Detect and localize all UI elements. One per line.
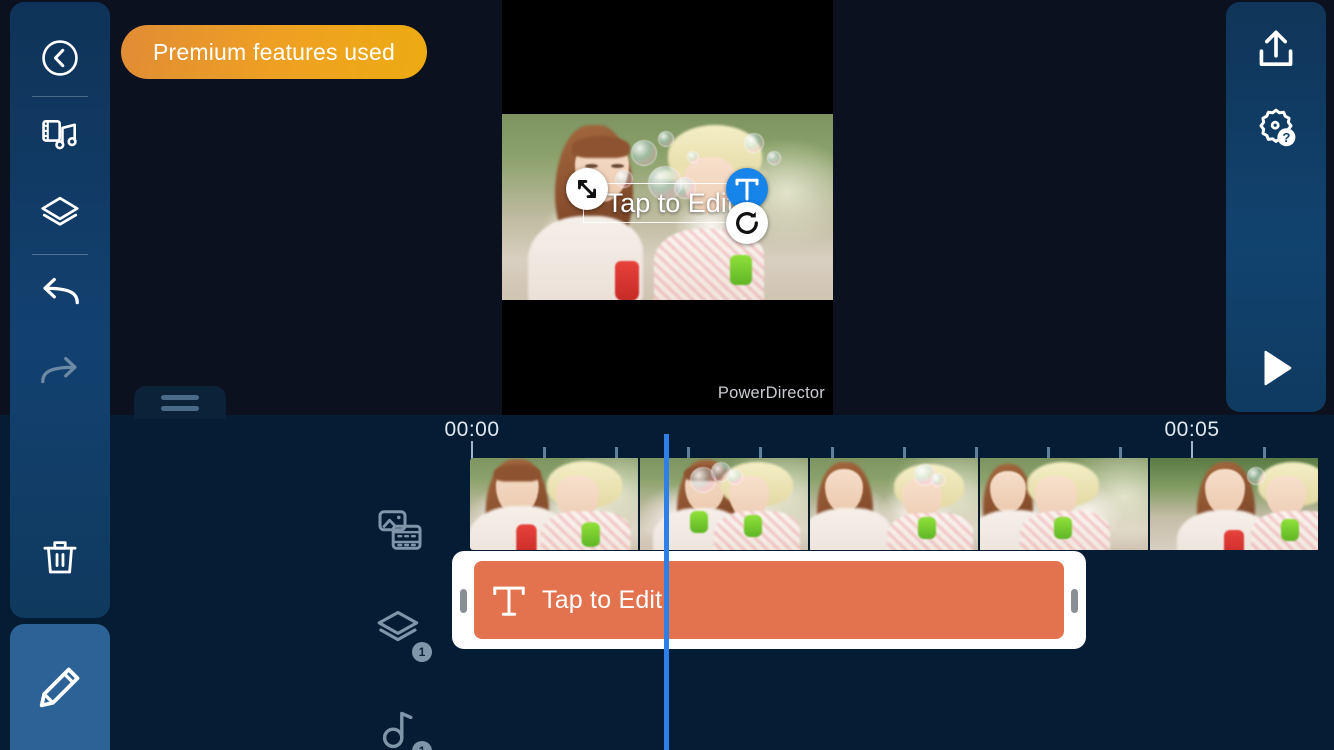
text-t-icon	[493, 586, 525, 616]
gear-question-icon: ?	[1259, 108, 1296, 147]
redo-button[interactable]	[10, 336, 110, 408]
track-badge: 1	[412, 741, 432, 750]
redo-arrow-icon	[41, 356, 77, 384]
trash-icon	[43, 541, 77, 574]
video-thumbnail	[470, 458, 640, 550]
svg-text:?: ?	[1282, 130, 1290, 145]
video-thumbnail	[810, 458, 980, 550]
resize-diagonal-icon	[578, 180, 596, 198]
video-track-icon-button[interactable]	[370, 501, 430, 561]
timeline-resize-grip[interactable]	[134, 386, 226, 419]
video-thumbnail	[980, 458, 1150, 550]
toolbar-divider	[32, 254, 88, 255]
text-clip-label: Tap to Edit	[542, 585, 663, 614]
powerdirector-editor: Premium features used PowerDirector Tap …	[0, 0, 1334, 750]
export-button[interactable]	[1226, 12, 1326, 88]
share-upload-icon	[1259, 30, 1293, 67]
edit-button[interactable]	[10, 624, 110, 750]
grip-line	[161, 394, 199, 400]
video-clips-icon	[378, 510, 422, 550]
watermark-label: PowerDirector	[717, 384, 825, 402]
chevron-left-circle-icon	[42, 40, 78, 76]
track-badge: 1	[412, 642, 432, 662]
playhead[interactable]	[664, 434, 669, 750]
ruler-label: 00:00	[444, 418, 500, 441]
settings-help-button[interactable]: ?	[1226, 90, 1326, 166]
back-button[interactable]	[10, 22, 110, 94]
video-thumbnail	[1150, 458, 1320, 550]
text-clip[interactable]: Tap to Edit	[452, 551, 1086, 649]
undo-button[interactable]	[10, 257, 110, 329]
text-t-icon	[735, 178, 759, 201]
left-toolbar	[10, 2, 110, 618]
ruler-label: 00:05	[1164, 418, 1220, 441]
right-toolbar: ?	[1226, 2, 1326, 412]
toolbar-divider	[32, 96, 88, 97]
rotate-cw-icon	[736, 211, 758, 234]
video-clip[interactable]	[470, 458, 1320, 550]
grip-line	[161, 405, 199, 411]
delete-button[interactable]	[10, 522, 110, 594]
layers-icon	[41, 196, 79, 226]
preview-area: Premium features used PowerDirector Tap …	[0, 0, 1334, 419]
media-button[interactable]	[10, 100, 110, 172]
layer-track-icon-button[interactable]: 1	[370, 600, 432, 662]
rotate-handle[interactable]	[726, 202, 768, 244]
film-music-icon	[42, 119, 77, 150]
undo-arrow-icon	[43, 277, 79, 305]
resize-diagonal-handle[interactable]	[566, 168, 608, 210]
play-button[interactable]	[1226, 330, 1326, 406]
clip-trim-handle-left[interactable]	[460, 589, 467, 613]
audio-track-icon-button[interactable]: 1	[370, 699, 432, 750]
play-triangle-icon	[1264, 350, 1292, 386]
pencil-icon	[39, 667, 80, 708]
text-clip-body[interactable]: Tap to Edit	[474, 561, 1064, 639]
clip-trim-handle-right[interactable]	[1071, 589, 1078, 613]
premium-features-badge[interactable]: Premium features used	[121, 25, 427, 79]
layers-button[interactable]	[10, 178, 110, 250]
